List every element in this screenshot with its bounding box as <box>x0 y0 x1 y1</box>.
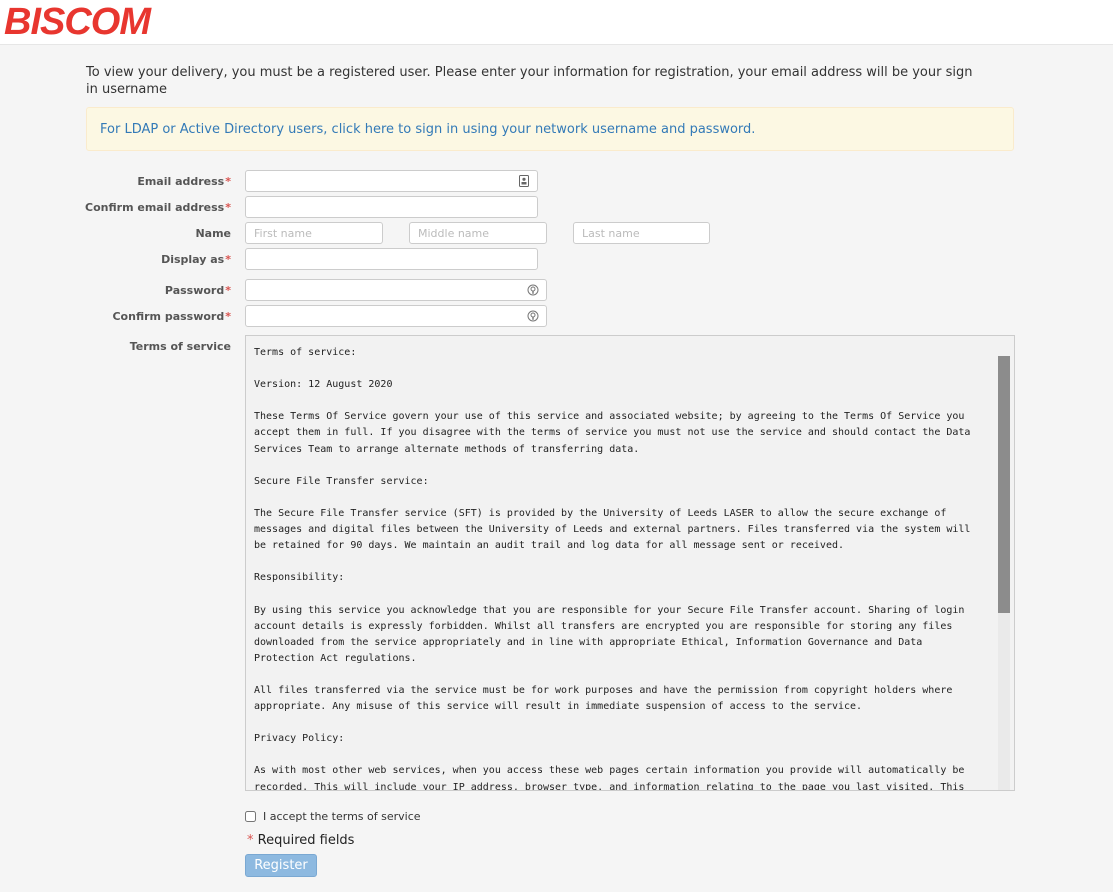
middle-name-field[interactable] <box>409 222 547 244</box>
terms-scrollbar-thumb[interactable] <box>998 356 1010 613</box>
register-button[interactable]: Register <box>245 854 317 877</box>
confirm-password-field[interactable] <box>245 305 547 327</box>
required-marker: * <box>225 284 231 297</box>
required-marker: * <box>247 833 254 848</box>
ldap-notice: For LDAP or Active Directory users, clic… <box>86 107 1014 151</box>
password-reveal-icon[interactable] <box>527 310 539 322</box>
top-header-bar: BISCOM <box>0 0 1113 45</box>
required-fields-note: * Required fields <box>247 833 355 848</box>
svg-text:BISCOM: BISCOM <box>4 1 152 43</box>
required-marker: * <box>225 175 231 188</box>
terms-of-service-box[interactable]: Terms of service: Version: 12 August 202… <box>245 335 1015 791</box>
confirm-email-field[interactable] <box>245 196 538 218</box>
terms-scrollbar[interactable] <box>998 356 1010 790</box>
required-marker: * <box>225 253 231 266</box>
confirm-email-label: Confirm email address* <box>85 201 231 214</box>
first-name-field[interactable] <box>245 222 383 244</box>
display-as-field[interactable] <box>245 248 538 270</box>
accept-terms-label[interactable]: I accept the terms of service <box>263 810 421 823</box>
display-as-label: Display as* <box>161 253 231 266</box>
ldap-signin-link[interactable]: For LDAP or Active Directory users, clic… <box>100 122 755 137</box>
biscom-logo: BISCOM <box>4 1 153 43</box>
name-label: Name <box>195 227 231 240</box>
intro-text: To view your delivery, you must be a reg… <box>86 65 973 97</box>
required-marker: * <box>225 310 231 323</box>
accept-terms-checkbox[interactable] <box>245 811 256 822</box>
required-marker: * <box>225 201 231 214</box>
password-field[interactable] <box>245 279 547 301</box>
password-reveal-icon[interactable] <box>527 284 539 296</box>
email-field[interactable] <box>245 170 538 192</box>
password-label: Password* <box>164 284 231 297</box>
last-name-field[interactable] <box>573 222 710 244</box>
confirm-password-label: Confirm password* <box>112 310 231 323</box>
terms-text: Terms of service: Version: 12 August 202… <box>254 347 971 791</box>
email-label: Email address* <box>137 175 231 188</box>
terms-label: Terms of service <box>129 340 231 353</box>
contact-card-icon[interactable] <box>518 175 530 187</box>
